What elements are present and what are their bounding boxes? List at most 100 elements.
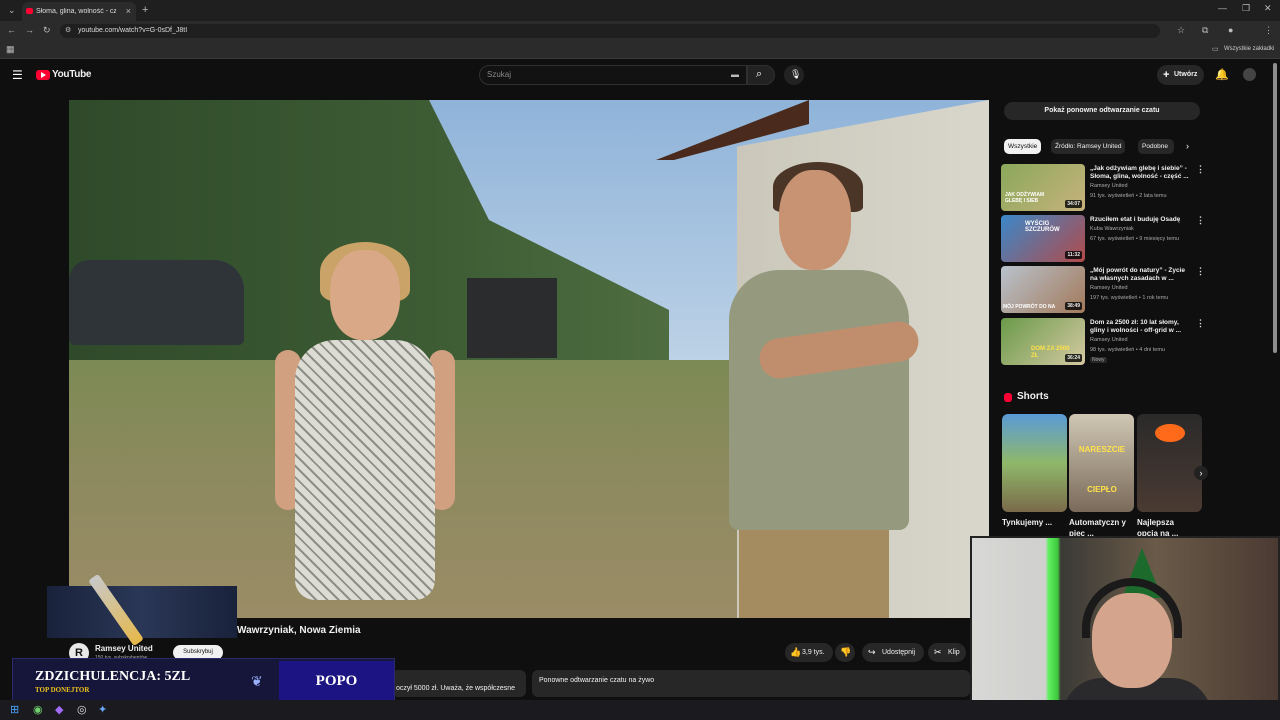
profile-icon[interactable]: ● <box>1228 25 1233 35</box>
more-actions-icon[interactable]: ⋮ <box>1196 266 1205 277</box>
chrome-icon[interactable]: ◉ <box>33 703 43 716</box>
dislike-button[interactable]: 👎 <box>835 643 855 662</box>
new-tab-icon[interactable]: + <box>142 4 148 16</box>
site-info-icon[interactable]: ⚙ <box>65 24 71 38</box>
bookmark-star-icon[interactable]: ☆ <box>1177 25 1185 36</box>
thumbnail-text: MÓJ POWRÓT DO NA <box>1003 304 1056 310</box>
close-tab-icon[interactable]: × <box>126 6 131 16</box>
stream-skin-overlay <box>47 586 237 638</box>
recommendation-title[interactable]: „Jak odżywiam glebę i siebie” - Słoma, g… <box>1090 165 1190 181</box>
share-label: Udostępnij <box>882 649 916 656</box>
short-caption[interactable]: Tynkujemy ... <box>1002 517 1062 528</box>
headphones-icon <box>1082 578 1182 638</box>
minimize-icon[interactable]: — <box>1218 3 1227 13</box>
video-title: Wawrzyniak, Nowa Ziemia <box>237 625 361 636</box>
video-tarp <box>69 260 244 345</box>
leaf-icon: ❦ <box>251 673 263 689</box>
description-box[interactable]: oczył 5000 zł. Uważa, że współczesne <box>392 670 526 697</box>
more-actions-icon[interactable]: ⋮ <box>1196 215 1205 226</box>
recommendation-channel[interactable]: Ramsey United <box>1090 183 1128 189</box>
recommendation-channel[interactable]: Ramsey United <box>1090 337 1128 343</box>
keyboard-icon[interactable]: ▬ <box>731 70 739 79</box>
recommendation-item[interactable]: MÓJ POWRÓT DO NA 38:49 „Mój powrót do na… <box>1001 266 1205 314</box>
chip-source[interactable]: Źródło: Ramsey United <box>1051 139 1126 154</box>
close-window-icon[interactable]: ✕ <box>1264 3 1272 14</box>
browser-menu-icon[interactable]: ⋮ <box>1264 25 1273 36</box>
chip-all[interactable]: Wszystkie <box>1004 139 1042 154</box>
recommendation-thumbnail[interactable]: MÓJ POWRÓT DO NA 38:49 <box>1001 266 1085 313</box>
share-button[interactable]: ↪ Udostępnij <box>862 643 924 662</box>
forward-icon[interactable]: → <box>25 25 34 35</box>
reload-icon[interactable]: ↻ <box>43 25 51 36</box>
chips-next-icon[interactable]: › <box>1186 141 1189 151</box>
recommendation-channel[interactable]: Kuba Wawrzyniak <box>1090 226 1134 232</box>
windows-start-icon[interactable]: ⊞ <box>10 703 19 716</box>
youtube-header: ☰ YouTube Szukaj ▬ ⌕ 🎙 + Utwórz 🔔 <box>0 60 1280 90</box>
twitch-icon[interactable]: ◆ <box>55 703 63 716</box>
recommendation-title[interactable]: „Mój powrót do natury” - Życie na własny… <box>1090 267 1190 283</box>
recommendation-thumbnail[interactable]: JAK ODŻYWIAM GLEBĘ I SIEB 34:07 <box>1001 164 1085 211</box>
channel-name[interactable]: Ramsey United <box>95 644 153 653</box>
browser-tab[interactable]: Słoma, glina, wolność - cz. 2 - ... × <box>22 2 136 21</box>
shorts-heading: Shorts <box>1017 391 1049 402</box>
more-actions-icon[interactable]: ⋮ <box>1196 318 1205 329</box>
extensions-icon[interactable]: ⧉ <box>1202 25 1208 36</box>
page-scrollbar[interactable] <box>1273 63 1277 353</box>
back-icon[interactable]: ← <box>7 25 16 35</box>
recommendation-item[interactable]: DOM ZA 2500 ZŁ 36:24 Dom za 2500 zł: 10 … <box>1001 318 1205 366</box>
live-chat-replay-box[interactable]: Ponowne odtwarzanie czatu na żywo <box>532 670 970 697</box>
tab-title: Słoma, glina, wolność - cz. 2 - ... <box>36 8 116 15</box>
obs-icon[interactable]: ◎ <box>77 703 87 716</box>
like-button[interactable]: 👍 3,9 tys. <box>785 643 833 662</box>
notifications-bell-icon[interactable]: 🔔 <box>1215 68 1229 81</box>
share-icon: ↪ <box>868 647 876 657</box>
short-thumbnail[interactable] <box>1137 414 1202 512</box>
short-thumbnail[interactable] <box>1002 414 1067 512</box>
short-overlay-text: NARESZCIE CIEPŁO <box>1078 445 1126 494</box>
folder-icon: ▭ <box>1212 46 1219 53</box>
search-icon: ⌕ <box>756 68 763 80</box>
donation-subtitle: TOP DONEJTOR <box>35 686 90 694</box>
recommendation-thumbnail[interactable]: WYŚCIG SZCZURÓW 11:32 <box>1001 215 1085 262</box>
search-button[interactable]: ⌕ <box>747 65 775 85</box>
microphone-icon: 🎙 <box>790 69 802 79</box>
search-input[interactable]: Szukaj <box>479 65 747 85</box>
chip-similar[interactable]: Podobne <box>1138 139 1174 154</box>
all-bookmarks-link[interactable]: Wszystkie zakładki <box>1224 46 1274 52</box>
video-player[interactable] <box>69 100 989 618</box>
recommendation-title[interactable]: Dom za 2500 zł: 10 lat słomy, gliny i wo… <box>1090 319 1190 335</box>
browser-tab-bar: ⌄ Słoma, glina, wolność - cz. 2 - ... × … <box>0 0 1280 21</box>
show-chat-replay-button[interactable]: Pokaż ponowne odtwarzanie czatu <box>1004 102 1200 120</box>
like-count: 3,9 tys. <box>802 649 825 656</box>
shorts-next-icon[interactable]: › <box>1194 466 1208 480</box>
recommendation-channel[interactable]: Ramsey United <box>1090 285 1128 291</box>
hamburger-menu-icon[interactable]: ☰ <box>12 68 23 82</box>
recommendation-item[interactable]: WYŚCIG SZCZURÓW 11:32 Rzuciłem etat i bu… <box>1001 215 1205 263</box>
create-button[interactable]: + Utwórz <box>1157 65 1204 85</box>
voice-search-button[interactable]: 🎙 <box>784 65 804 85</box>
shorts-logo-icon <box>1004 393 1012 402</box>
description-text: oczył 5000 zł. Uważa, że współczesne <box>396 685 516 692</box>
recommendation-meta: 67 tys. wyświetleń • 9 miesięcy temu <box>1090 236 1180 242</box>
recommendation-item[interactable]: JAK ODŻYWIAM GLEBĘ I SIEB 34:07 „Jak odż… <box>1001 164 1205 212</box>
apps-grid-icon[interactable]: ▦ <box>6 44 15 55</box>
steam-icon[interactable]: ✦ <box>98 703 107 716</box>
os-taskbar: ⊞ ◉ ◆ ◎ ✦ <box>0 700 1280 720</box>
maximize-icon[interactable]: ❐ <box>1242 3 1250 14</box>
clip-button[interactable]: ✂ Klip <box>928 643 966 662</box>
short-thumbnail[interactable]: NARESZCIE CIEPŁO <box>1069 414 1134 512</box>
duration-badge: 34:07 <box>1065 200 1082 208</box>
recommendation-meta: 197 tys. wyświetleń • 1 rok temu <box>1090 295 1169 301</box>
thumbs-up-icon: 👍 <box>790 647 802 657</box>
scissors-icon: ✂ <box>934 647 942 657</box>
tab-search-icon[interactable]: ⌄ <box>8 5 16 16</box>
youtube-favicon-icon <box>26 8 33 14</box>
account-avatar[interactable] <box>1243 68 1256 81</box>
recommendation-thumbnail[interactable]: DOM ZA 2500 ZŁ 36:24 <box>1001 318 1085 365</box>
video-woman <box>275 242 455 618</box>
youtube-logo[interactable]: YouTube <box>36 69 92 80</box>
url-input[interactable]: ⚙ youtube.com/watch?v=G-0sDf_J8tI <box>60 24 1160 38</box>
recommendation-title[interactable]: Rzuciłem etat i buduję Osadę <box>1090 216 1190 224</box>
more-actions-icon[interactable]: ⋮ <box>1196 164 1205 175</box>
live-chat-replay-label: Ponowne odtwarzanie czatu na żywo <box>539 677 655 684</box>
